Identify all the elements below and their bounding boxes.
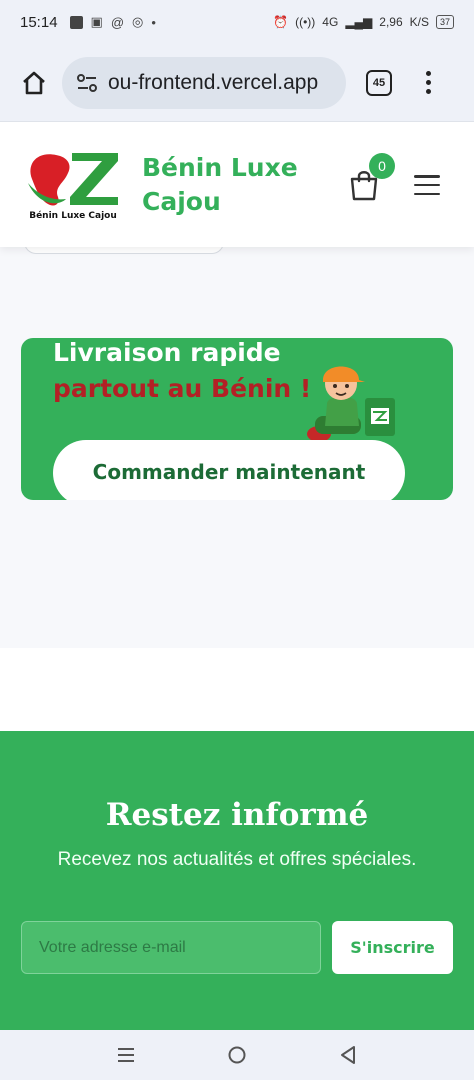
- home-button[interactable]: [222, 1040, 252, 1070]
- data-speed: 2,96: [379, 15, 403, 29]
- recent-apps-icon: [117, 1048, 134, 1062]
- promo-title: Livraison rapide: [53, 338, 281, 367]
- threads-icon: @: [110, 14, 125, 30]
- brand-name[interactable]: Bénin Luxe Cajou: [142, 151, 312, 219]
- delivery-promo-banner: Livraison rapide partout au Bénin ! Comm…: [21, 338, 453, 500]
- newsletter-section: Restez informé Recevez nos actualités et…: [0, 731, 474, 1030]
- cart-count-badge: 0: [369, 153, 395, 179]
- promo-subtitle: partout au Bénin !: [53, 374, 312, 403]
- subscribe-button[interactable]: S'inscrire: [332, 921, 453, 974]
- circle-home-icon: [228, 1046, 246, 1064]
- cashew-logo-icon: [28, 153, 118, 206]
- brand-logo[interactable]: Bénin Luxe Cajou: [24, 149, 122, 221]
- order-now-button[interactable]: Commander maintenant: [53, 440, 405, 500]
- data-speed-unit: K/S: [409, 15, 429, 29]
- email-field[interactable]: [21, 921, 321, 974]
- battery-icon: 37: [435, 15, 454, 29]
- dot: [426, 80, 431, 85]
- address-bar[interactable]: ou-frontend.vercel.app: [62, 56, 346, 109]
- newsletter-title: Restez informé: [105, 797, 369, 833]
- hotspot-icon: ((•)): [295, 15, 316, 29]
- hamburger-menu-icon[interactable]: [414, 175, 440, 195]
- menu-line: [414, 175, 440, 178]
- logo-caption: Bénin Luxe Cajou: [29, 211, 117, 221]
- browser-menu-button[interactable]: [426, 71, 431, 94]
- dot: [426, 89, 431, 94]
- signal-icon: ▂▄▆: [345, 15, 373, 29]
- dot: [426, 71, 431, 76]
- menu-line: [414, 183, 440, 187]
- gallery-notification-icon: [69, 15, 83, 29]
- delivery-courier-illustration: [307, 366, 395, 442]
- menu-line: [414, 192, 440, 195]
- back-button[interactable]: [333, 1040, 363, 1070]
- instagram-icon: ◎: [132, 14, 144, 29]
- browser-home-button[interactable]: [18, 67, 50, 99]
- web-page: Bénin Luxe Cajou Bénin Luxe Cajou 0 Livr…: [0, 123, 474, 1030]
- triangle-back-icon: [341, 1046, 356, 1064]
- browser-toolbar: ou-frontend.vercel.app 45: [0, 44, 474, 122]
- url-text: ou-frontend.vercel.app: [108, 70, 319, 94]
- tune-icon[interactable]: [76, 72, 98, 94]
- system-navigation-bar: [0, 1030, 474, 1080]
- network-label: 4G: [322, 15, 339, 29]
- app-notification-icon: ▣: [90, 14, 103, 29]
- status-bar: 15:14 ▣ @ ◎ • ⏰ ((•)) 4G ▂▄▆ 2,96 K/S 37: [0, 0, 474, 44]
- recent-apps-button[interactable]: [111, 1040, 141, 1070]
- more-notifications-icon: •: [151, 14, 156, 30]
- home-icon: [23, 71, 45, 94]
- battery-level: 37: [439, 17, 450, 27]
- status-time: 15:14: [20, 13, 58, 31]
- tab-switcher-button[interactable]: 45: [366, 69, 392, 96]
- site-header: Bénin Luxe Cajou Bénin Luxe Cajou: [0, 123, 474, 247]
- newsletter-subtitle: Recevez nos actualités et offres spécial…: [57, 849, 417, 870]
- alarm-icon: ⏰: [273, 15, 289, 29]
- tab-count: 45: [372, 76, 386, 89]
